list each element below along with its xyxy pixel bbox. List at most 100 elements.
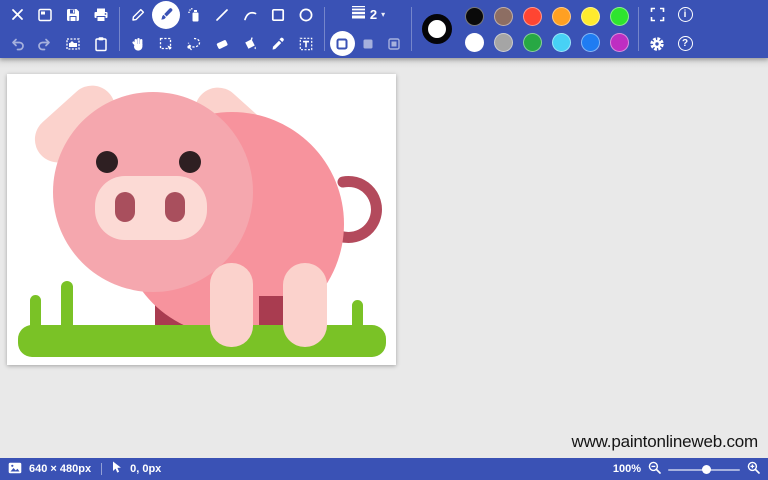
save-icon: [65, 7, 81, 23]
print-button[interactable]: [87, 1, 115, 29]
fullscreen-button[interactable]: [643, 1, 671, 29]
pencil-tool[interactable]: [124, 1, 152, 29]
settings-button[interactable]: [643, 30, 671, 58]
color-swatch-yellow[interactable]: [581, 6, 600, 26]
current-color-swatch[interactable]: [422, 14, 452, 44]
redo-icon: [37, 36, 53, 52]
zoom-slider-thumb[interactable]: [702, 465, 711, 474]
info-icon: i: [677, 7, 693, 22]
eraser-tool[interactable]: [208, 30, 236, 58]
print-icon: [93, 7, 109, 23]
image-size-icon: [8, 462, 22, 477]
ellipse-icon: [298, 7, 314, 23]
color-swatch-blue[interactable]: [581, 32, 600, 52]
lasso-select-tool[interactable]: [180, 30, 208, 58]
workspace: www.paintonlineweb.com: [0, 58, 768, 458]
line-width-dropdown[interactable]: 2 ▾: [345, 5, 391, 24]
toolbar-divider: [324, 7, 325, 51]
zoom-slider[interactable]: [668, 464, 740, 474]
curve-tool[interactable]: [236, 1, 264, 29]
grass-ground: [18, 325, 386, 357]
drawing-canvas[interactable]: [7, 74, 396, 365]
color-swatch-green[interactable]: [523, 32, 542, 52]
text-icon: [298, 36, 314, 52]
color-swatch-cyan[interactable]: [552, 32, 571, 52]
status-bar: 640 × 480px 0, 0px 100%: [0, 458, 768, 480]
eraser-icon: [214, 36, 230, 52]
zoom-out-button[interactable]: [648, 461, 661, 477]
undo-button[interactable]: [3, 30, 31, 58]
curve-icon: [242, 7, 258, 23]
resize-image-button[interactable]: [59, 30, 87, 58]
pig-artwork: [18, 85, 386, 357]
rect-select-icon: [158, 36, 174, 52]
cursor-icon: [112, 461, 123, 477]
rectangle-icon: [270, 7, 286, 23]
fill-style-outline-button[interactable]: [329, 31, 355, 56]
zoom-in-button[interactable]: [747, 461, 760, 477]
color-swatch-red[interactable]: [523, 6, 542, 26]
undo-icon: [9, 36, 25, 52]
color-swatch-white[interactable]: [465, 32, 484, 52]
hand-icon: [130, 36, 146, 52]
filled-square-icon: [362, 38, 374, 50]
help-icon: ?: [677, 36, 693, 51]
outline-square-icon: [336, 38, 348, 50]
settings-gear-icon: [649, 36, 665, 52]
pig-eye-right: [179, 151, 201, 173]
pig-back-leg-right: [259, 296, 287, 330]
filled-outline-square-icon: [388, 37, 400, 50]
fill-style-filled-button[interactable]: [356, 31, 381, 56]
watermark-text: www.paintonlineweb.com: [571, 432, 759, 451]
pig-eye-left: [96, 151, 118, 173]
image-size-value: 640 × 480px: [29, 463, 92, 475]
fill-bucket-icon: [242, 36, 258, 52]
cursor-position-value: 0, 0px: [130, 463, 162, 475]
line-tool[interactable]: [208, 1, 236, 29]
paste-button[interactable]: [87, 30, 115, 58]
statusbar-divider: [101, 463, 103, 475]
info-button[interactable]: i: [671, 1, 699, 29]
hand-tool[interactable]: [124, 30, 152, 58]
color-swatch-gray[interactable]: [494, 32, 513, 52]
eyedropper-icon: [270, 36, 286, 52]
color-swatch-lime[interactable]: [610, 6, 629, 26]
fill-style-filled-outline-button[interactable]: [382, 31, 407, 56]
color-swatch-brown[interactable]: [494, 6, 513, 26]
save-button[interactable]: [59, 1, 87, 29]
color-swatch-orange[interactable]: [552, 6, 571, 26]
text-tool[interactable]: [292, 30, 320, 58]
toolbar-divider: [638, 7, 639, 51]
chevron-down-icon: ▾: [381, 10, 386, 19]
brush-icon: [158, 6, 175, 23]
spray-icon: [186, 7, 202, 23]
lasso-select-icon: [186, 36, 202, 52]
rect-select-tool[interactable]: [152, 30, 180, 58]
pig-front-leg-right: [283, 263, 327, 347]
spray-tool[interactable]: [180, 1, 208, 29]
color-swatch-magenta[interactable]: [610, 32, 629, 52]
fill-bucket-tool[interactable]: [236, 30, 264, 58]
close-button[interactable]: [3, 1, 31, 29]
pig-nostril-left: [115, 192, 135, 222]
eyedropper-tool[interactable]: [264, 30, 292, 58]
line-width-icon: [351, 5, 366, 24]
pig-front-leg-left: [210, 263, 253, 347]
pig-nostril-right: [165, 192, 185, 222]
toolbar: 2 ▾ i ?: [0, 0, 768, 58]
color-palette: [460, 3, 634, 55]
zoom-level-value: 100%: [612, 463, 641, 475]
new-image-button[interactable]: [31, 1, 59, 29]
rectangle-tool[interactable]: [264, 1, 292, 29]
fullscreen-icon: [650, 7, 665, 22]
toolbar-divider: [119, 7, 120, 51]
new-image-icon: [37, 7, 53, 23]
redo-button[interactable]: [31, 30, 59, 58]
help-button[interactable]: ?: [671, 30, 699, 58]
ellipse-tool[interactable]: [292, 1, 320, 29]
pig-snout: [95, 176, 207, 240]
color-swatch-black[interactable]: [465, 6, 484, 26]
brush-tool[interactable]: [152, 0, 180, 29]
pencil-icon: [130, 7, 146, 23]
resize-image-icon: [65, 36, 81, 52]
